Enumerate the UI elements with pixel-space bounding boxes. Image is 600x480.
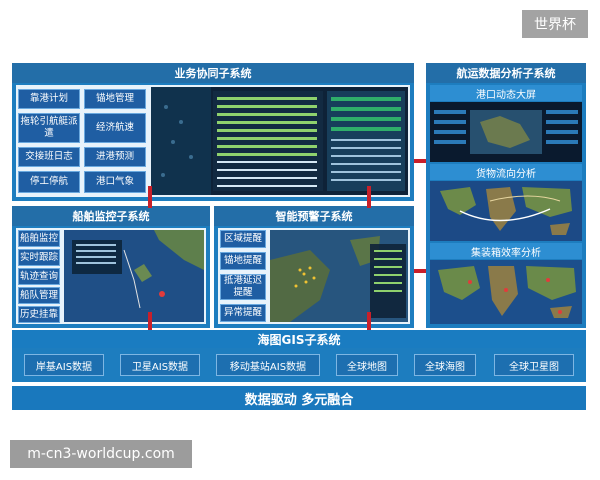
ship-item-5[interactable]: 历史挂靠 bbox=[18, 306, 60, 323]
gis-chip-6[interactable]: 全球卫星图 bbox=[494, 354, 574, 376]
alert-item-3[interactable]: 抵港延迟提醒 bbox=[220, 274, 266, 300]
business-panel: 业务协同子系统 靠港计划 拖轮引航艇派遣 交接班日志 停工停航 锚地管理 经济航… bbox=[12, 63, 414, 201]
business-item-3[interactable]: 交接班日志 bbox=[18, 147, 80, 167]
ship-panel: 船舶监控子系统 船舶监控 实时跟踪 轨迹查询 船队管理 历史挂靠 bbox=[12, 206, 210, 328]
alert-item-4[interactable]: 异常提醒 bbox=[220, 304, 266, 322]
arrow-alert-to-analytics bbox=[414, 269, 426, 273]
business-title: 业务协同子系统 bbox=[12, 63, 414, 83]
watermark-bottom: m-cn3-worldcup.com bbox=[10, 440, 192, 468]
ship-item-3[interactable]: 轨迹查询 bbox=[18, 268, 60, 285]
business-item-1[interactable]: 靠港计划 bbox=[18, 89, 80, 109]
arrow-business-to-alert bbox=[367, 186, 371, 208]
alert-map bbox=[270, 230, 408, 322]
alert-item-2[interactable]: 锚地提醒 bbox=[220, 252, 266, 270]
business-inner: 靠港计划 拖轮引航艇派遣 交接班日志 停工停航 锚地管理 经济航速 进港预测 港… bbox=[16, 85, 410, 197]
gis-chip-1[interactable]: 岸基AIS数据 bbox=[24, 354, 104, 376]
business-screenshot bbox=[151, 87, 408, 195]
business-item-6[interactable]: 经济航速 bbox=[84, 113, 146, 143]
alert-item-1[interactable]: 区域提醒 bbox=[220, 230, 266, 248]
gis-title: 海图GIS子系统 bbox=[12, 330, 586, 348]
analytics-section-1: 港口动态大屏 bbox=[430, 85, 582, 101]
cargo-flow-image bbox=[430, 181, 582, 241]
gis-panel: 海图GIS子系统 岸基AIS数据 卫星AIS数据 移动基站AIS数据 全球地图 … bbox=[12, 330, 586, 382]
analytics-panel: 航运数据分析子系统 港口动态大屏 货物流向分析 集装箱效率分析 bbox=[426, 63, 586, 328]
business-item-4[interactable]: 停工停航 bbox=[18, 171, 80, 193]
arrow-ship-to-gis bbox=[148, 312, 152, 330]
analytics-section-3: 集装箱效率分析 bbox=[430, 243, 582, 259]
footer-slogan: 数据驱动 多元融合 bbox=[12, 386, 586, 410]
business-item-2[interactable]: 拖轮引航艇派遣 bbox=[18, 113, 80, 143]
analytics-section-2: 货物流向分析 bbox=[430, 164, 582, 180]
ship-item-2[interactable]: 实时跟踪 bbox=[18, 249, 60, 266]
alert-inner: 区域提醒 锚地提醒 抵港延迟提醒 异常提醒 bbox=[218, 228, 410, 324]
container-efficiency-image bbox=[430, 260, 582, 324]
arrow-business-to-ship bbox=[148, 186, 152, 208]
ship-map bbox=[64, 230, 204, 322]
business-item-5[interactable]: 锚地管理 bbox=[84, 89, 146, 109]
ship-item-4[interactable]: 船队管理 bbox=[18, 287, 60, 304]
gis-chip-5[interactable]: 全球海图 bbox=[414, 354, 476, 376]
ship-title: 船舶监控子系统 bbox=[12, 206, 210, 226]
watermark-top: 世界杯 bbox=[522, 10, 588, 38]
port-dashboard-image bbox=[430, 102, 582, 162]
arrow-business-to-analytics bbox=[414, 159, 426, 163]
business-item-7[interactable]: 进港预测 bbox=[84, 147, 146, 167]
gis-chip-4[interactable]: 全球地图 bbox=[336, 354, 398, 376]
alert-panel: 智能预警子系统 区域提醒 锚地提醒 抵港延迟提醒 异常提醒 bbox=[214, 206, 414, 328]
alert-title: 智能预警子系统 bbox=[214, 206, 414, 226]
ship-item-1[interactable]: 船舶监控 bbox=[18, 230, 60, 247]
gis-chip-2[interactable]: 卫星AIS数据 bbox=[120, 354, 200, 376]
arrow-alert-to-gis bbox=[367, 312, 371, 330]
gis-chip-3[interactable]: 移动基站AIS数据 bbox=[216, 354, 320, 376]
business-item-8[interactable]: 港口气象 bbox=[84, 171, 146, 193]
analytics-title: 航运数据分析子系统 bbox=[426, 63, 586, 83]
ship-inner: 船舶监控 实时跟踪 轨迹查询 船队管理 历史挂靠 bbox=[16, 228, 206, 324]
